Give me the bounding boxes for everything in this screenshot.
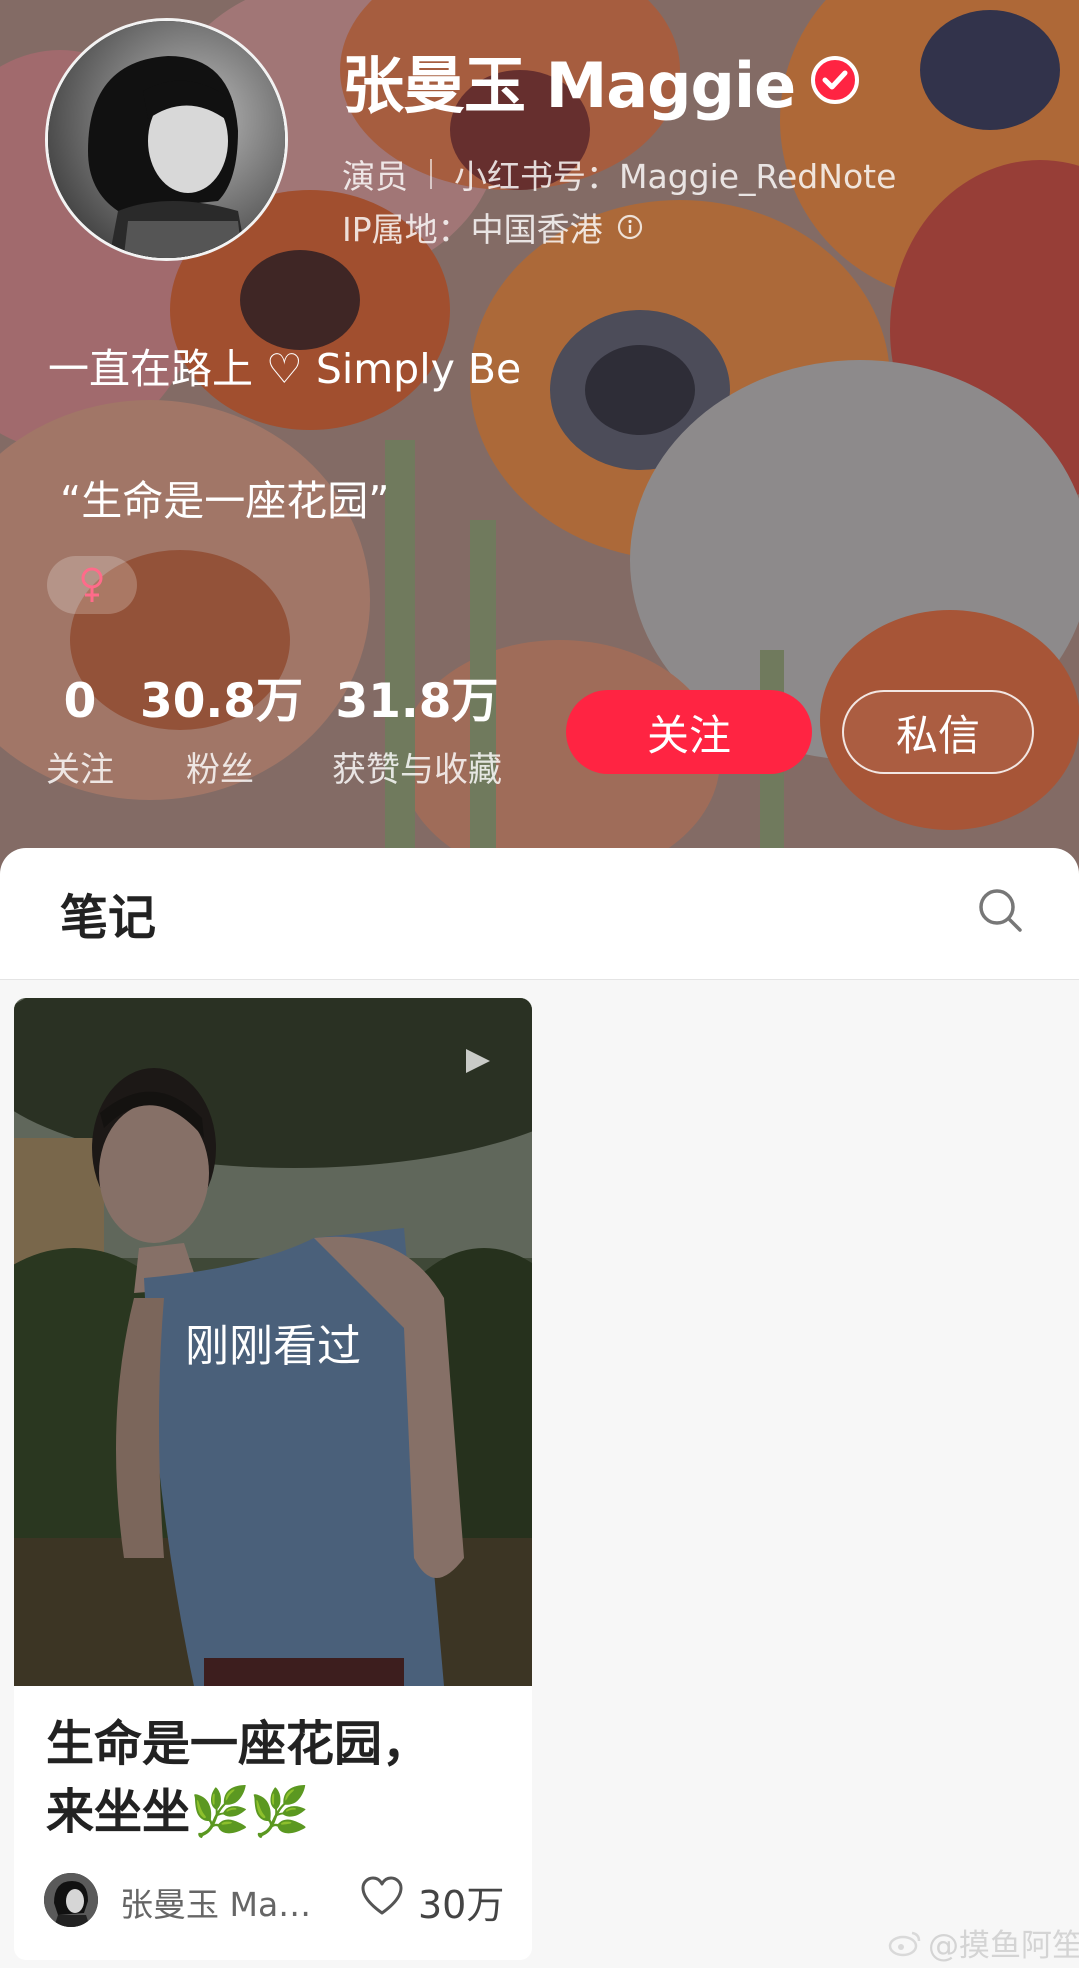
following-label: 关注 — [46, 750, 114, 790]
tab-notes[interactable]: 笔记 — [60, 878, 156, 948]
note-title-line-2: 来坐坐🌿🌿 — [46, 1784, 310, 1840]
info-icon[interactable] — [617, 214, 643, 240]
meta-divider — [430, 159, 432, 189]
fans-label: 粉丝 — [186, 750, 254, 790]
role-label: 演员 — [342, 157, 408, 196]
role-line: 演员 小红书号：Maggie_RedNote — [342, 150, 896, 198]
recently-viewed-label: 刚刚看过 — [185, 1321, 361, 1372]
watermark-text: @摸鱼阿笙 — [928, 1928, 1079, 1964]
profile-avatar[interactable] — [45, 18, 288, 261]
name-row: 张曼玉 Maggie — [342, 38, 860, 122]
verified-check-icon — [811, 56, 860, 104]
likes-label: 获赞与收藏 — [332, 750, 502, 790]
author-avatar[interactable] — [44, 1873, 98, 1927]
video-play-icon — [460, 1046, 500, 1080]
like-count: 30万 — [418, 1883, 505, 1927]
heart-icon[interactable] — [360, 1876, 404, 1920]
watermark: @摸鱼阿笙 — [888, 1920, 1079, 1965]
weibo-logo-icon — [888, 1931, 921, 1956]
likes-count: 31.8万 — [335, 674, 499, 729]
red-id[interactable]: 小红书号：Maggie_RedNote — [454, 150, 896, 198]
notes-tab-bar: 笔记 — [0, 848, 1079, 980]
stat-following[interactable]: 0 关注 — [40, 672, 120, 791]
female-gender-icon — [81, 567, 103, 602]
follow-button[interactable]: 关注 — [566, 690, 812, 774]
profile-header: 张曼玉 Maggie 演员 小红书号：Maggie_RedNote IP属地：中… — [0, 0, 1079, 880]
display-name: 张曼玉 Maggie — [342, 49, 796, 122]
ip-location: IP属地：中国香港 — [342, 210, 603, 249]
note-title[interactable]: 生命是一座花园， 来坐坐🌿🌿 — [46, 1710, 516, 1846]
bio-line-1: 一直在路上 ♡ Simply Be — [48, 345, 522, 393]
note-title-line-1: 生命是一座花园， — [46, 1716, 431, 1772]
following-count: 0 — [63, 674, 97, 729]
note-card[interactable]: 刚刚看过 生命是一座花园， 来坐坐🌿🌿 张曼玉 Ma… 30万 — [14, 998, 532, 1960]
avatar-portrait-image — [48, 21, 285, 258]
note-cover-image[interactable]: 刚刚看过 — [14, 998, 532, 1686]
ip-line: IP属地：中国香港 — [342, 203, 643, 251]
message-button[interactable]: 私信 — [842, 690, 1034, 774]
gender-chip — [47, 556, 137, 614]
search-icon[interactable] — [976, 886, 1024, 934]
fans-count: 30.8万 — [140, 674, 303, 729]
stat-fans[interactable]: 30.8万 粉丝 — [140, 672, 303, 791]
stat-likes[interactable]: 31.8万 获赞与收藏 — [322, 672, 512, 791]
author-name[interactable]: 张曼玉 Ma… — [120, 1878, 311, 1926]
bio-line-2: “生命是一座花园” — [60, 477, 390, 525]
